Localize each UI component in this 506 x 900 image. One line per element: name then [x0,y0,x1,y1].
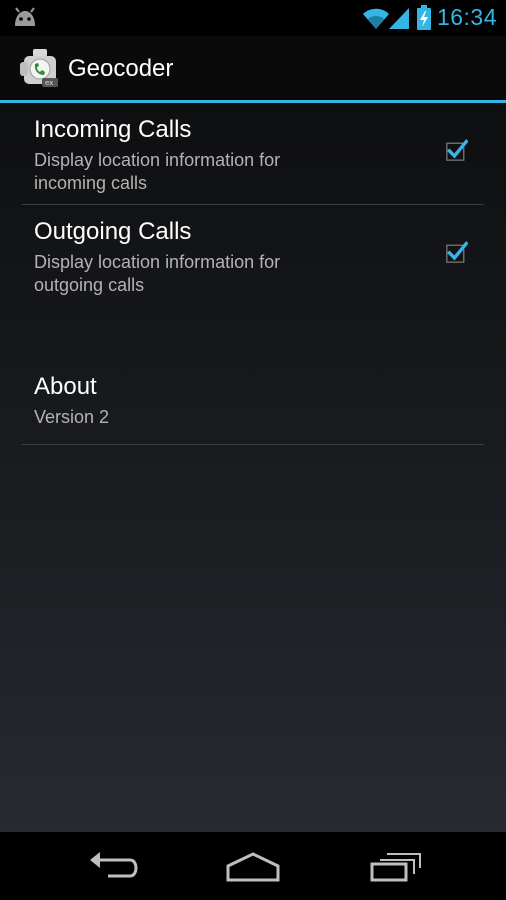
pref-title: About [34,373,97,400]
back-icon[interactable] [78,848,148,884]
status-bar: 16:34 [0,0,506,36]
app-title: Geocoder [68,55,174,82]
wifi-icon [363,8,389,29]
incoming-calls-checkbox[interactable] [446,139,468,161]
action-bar: ex Geocoder [0,36,506,100]
pref-about[interactable]: About Version 2 [22,360,484,444]
pref-outgoing-calls[interactable]: Outgoing Calls Display location informat… [22,205,484,306]
android-icon [15,7,35,26]
navigation-bar [0,832,506,900]
geocoder-app-icon: ex [20,49,58,87]
pref-incoming-calls[interactable]: Incoming Calls Display location informat… [22,103,484,204]
list-divider [22,444,484,445]
signal-icon [389,8,409,29]
pref-summary: Display location information for incomin… [34,150,281,193]
pref-summary: Version 2 [34,407,110,427]
pref-title: Outgoing Calls [34,218,192,245]
battery-charging-icon [417,5,431,30]
outgoing-calls-checkbox[interactable] [446,241,468,263]
pref-summary: Display location information for outgoin… [34,252,281,295]
home-icon[interactable] [218,848,288,884]
recent-apps-icon[interactable] [360,848,430,884]
svg-text:ex: ex [45,79,53,87]
pref-title: Incoming Calls [34,116,192,143]
status-clock: 16:34 [436,4,497,30]
